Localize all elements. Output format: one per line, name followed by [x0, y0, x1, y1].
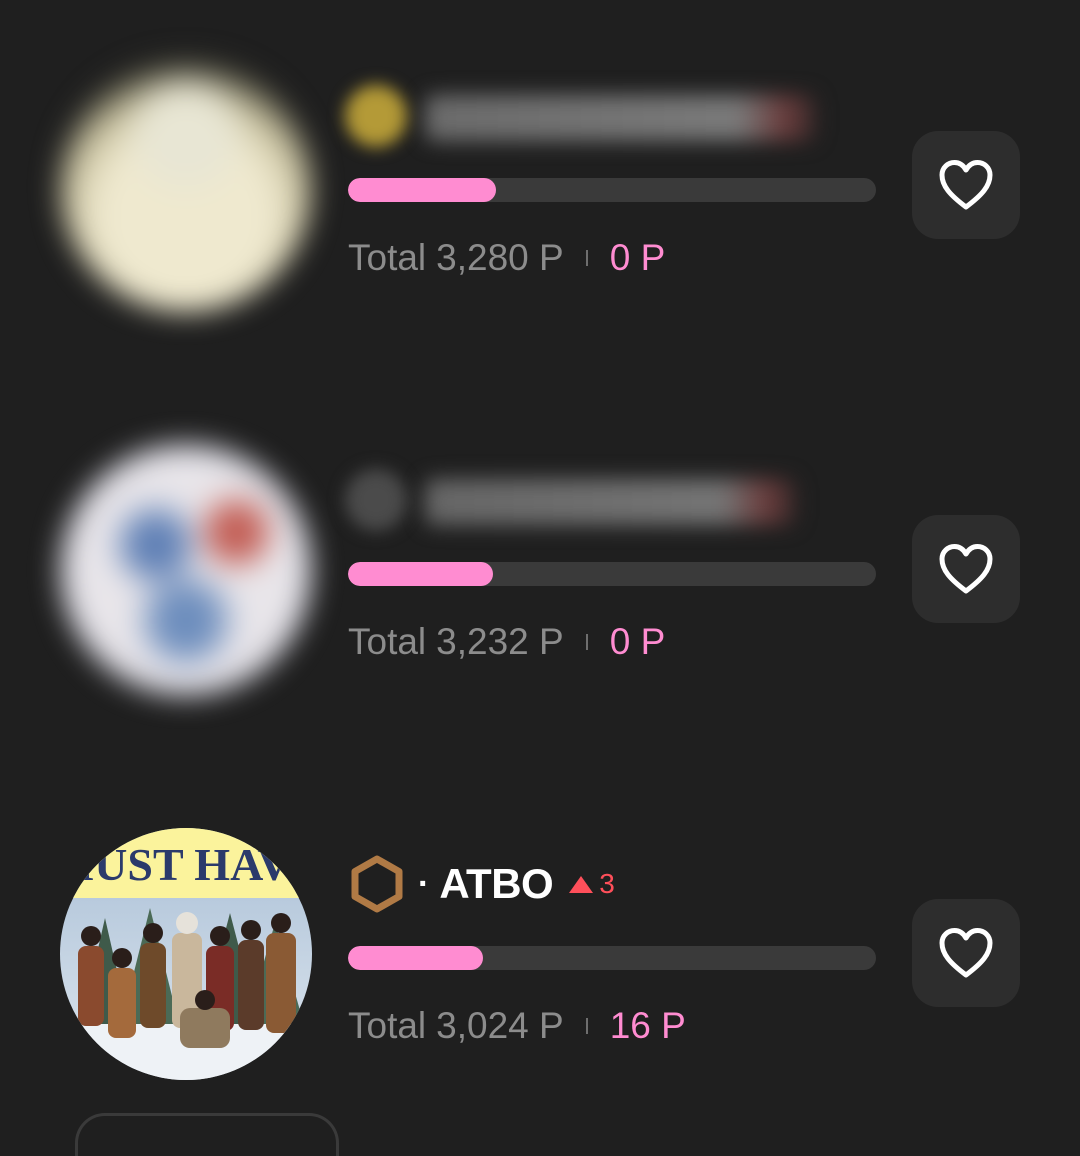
artist-avatar[interactable] — [60, 60, 312, 312]
next-row-partial — [75, 1113, 339, 1156]
points-summary: Total 3,280 P 0 P — [348, 233, 665, 283]
points-divider — [585, 250, 588, 266]
total-points: 3,280 P — [436, 237, 564, 278]
heart-outline-icon — [939, 160, 993, 210]
rank-change-value: 3 — [599, 868, 615, 899]
earned-points: 0 P — [609, 237, 666, 278]
like-button[interactable] — [912, 515, 1020, 623]
progress-fill — [348, 178, 496, 202]
total-label: Total — [348, 1005, 427, 1046]
progress-bar — [348, 178, 876, 202]
rank-change: 3 — [569, 868, 615, 900]
artist-name[interactable]: ATBO — [439, 860, 553, 908]
artist-avatar[interactable]: MUST HAVE — [60, 828, 312, 1080]
points-divider — [585, 634, 588, 650]
ranking-list: Total 3,280 P 0 P Total 3,232 P 0 P MUST… — [0, 0, 1080, 1156]
up-arrow-icon — [569, 875, 594, 893]
earned-points: 16 P — [609, 1005, 686, 1046]
points-divider — [585, 1018, 588, 1034]
artist-avatar[interactable] — [60, 444, 312, 696]
progress-bar — [348, 946, 876, 970]
ranking-row[interactable]: Total 3,280 P 0 P — [0, 45, 1080, 325]
tier-badge-icon — [345, 469, 407, 531]
total-points: 3,024 P — [436, 1005, 564, 1046]
ranking-row[interactable]: Total 3,232 P 0 P — [0, 429, 1080, 709]
album-cover-title: MUST HAVE — [60, 839, 312, 890]
total-points: 3,232 P — [436, 621, 564, 662]
progress-fill — [348, 946, 483, 970]
artist-name-line: · ATBO 3 — [348, 853, 615, 915]
tier-badge-icon — [345, 85, 407, 147]
bronze-hexagon-icon — [351, 855, 403, 913]
points-summary: Total 3,024 P 16 P — [348, 1001, 686, 1051]
like-button[interactable] — [912, 131, 1020, 239]
like-button[interactable] — [912, 899, 1020, 1007]
name-separator: · — [418, 864, 430, 903]
artist-name-redacted — [425, 95, 815, 141]
progress-bar — [348, 562, 876, 586]
points-summary: Total 3,232 P 0 P — [348, 617, 665, 667]
heart-outline-icon — [939, 544, 993, 594]
total-label: Total — [348, 621, 427, 662]
heart-outline-icon — [939, 928, 993, 978]
album-cover-image: MUST HAVE — [60, 828, 312, 1080]
total-label: Total — [348, 237, 427, 278]
ranking-row[interactable]: MUST HAVE · ATBO 3 Total 3,024 P 16 P — [0, 813, 1080, 1093]
artist-name-redacted — [425, 479, 795, 525]
progress-fill — [348, 562, 494, 586]
earned-points: 0 P — [609, 621, 666, 662]
